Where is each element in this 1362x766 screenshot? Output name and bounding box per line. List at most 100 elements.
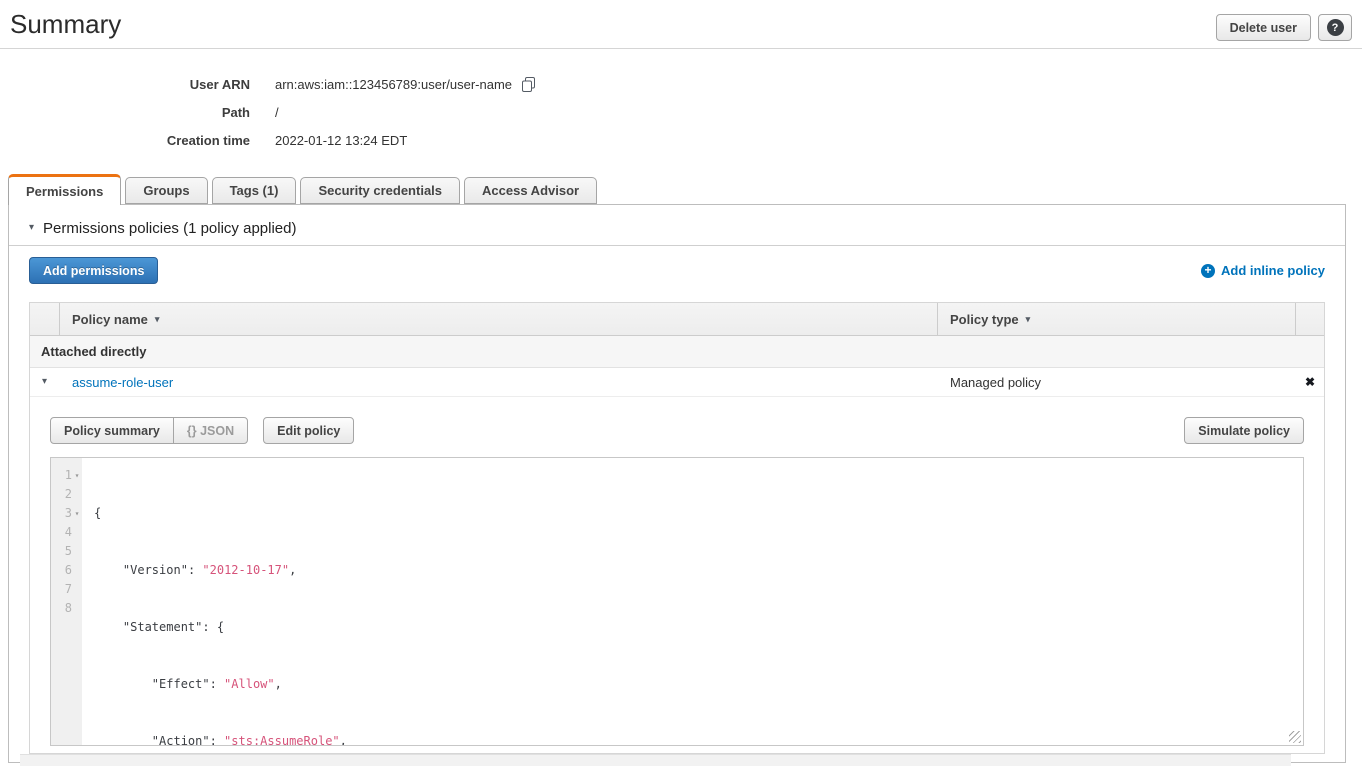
delete-user-button[interactable]: Delete user: [1216, 14, 1311, 41]
gutter-line: 4: [51, 523, 82, 542]
gutter-line: 2: [51, 485, 82, 504]
code-token: "2012-10-17": [202, 563, 289, 577]
code-token: [94, 734, 152, 746]
code-line: {: [94, 504, 1303, 523]
header-actions: Delete user ?: [1216, 9, 1352, 41]
user-arn-row: User ARN arn:aws:iam::123456789:user/use…: [0, 70, 1362, 98]
header-actions-cell: [1295, 303, 1324, 335]
permissions-toolbar: Add permissions + Add inline policy: [29, 257, 1325, 284]
copy-icon[interactable]: [521, 77, 536, 92]
fold-caret-icon[interactable]: ▾: [72, 504, 82, 523]
creation-time-row: Creation time 2022-01-12 13:24 EDT: [0, 126, 1362, 154]
line-number: 2: [65, 485, 72, 504]
user-arn-value-wrap: arn:aws:iam::123456789:user/user-name: [275, 77, 536, 92]
add-inline-policy-link[interactable]: + Add inline policy: [1201, 263, 1325, 278]
expand-caret-icon: ▾: [42, 377, 47, 387]
question-mark-icon: ?: [1327, 19, 1344, 36]
resize-handle[interactable]: [1289, 731, 1301, 743]
code-line: "Effect": "Allow",: [94, 675, 1303, 694]
editor-gutter: 1▾ 2 3▾ 4 5 6 7 8: [51, 458, 82, 745]
policy-detail-toolbar: Policy summary {} JSON Edit policy Simul…: [50, 417, 1304, 444]
creation-time-value: 2022-01-12 13:24 EDT: [275, 133, 407, 148]
table-header-row: Policy name ▾ Policy type ▾: [30, 303, 1324, 336]
policy-type-column-header[interactable]: Policy type ▾: [937, 303, 1295, 335]
code-line: "Version": "2012-10-17",: [94, 561, 1303, 580]
policy-name-column-header[interactable]: Policy name ▾: [60, 303, 937, 335]
code-token: :: [210, 677, 224, 691]
remove-policy-cell: ✖: [1295, 368, 1324, 396]
policy-name-header-label: Policy name: [72, 312, 148, 327]
remove-policy-icon[interactable]: ✖: [1305, 375, 1315, 389]
path-row: Path /: [0, 98, 1362, 126]
policy-type-cell: Managed policy: [937, 368, 1295, 396]
permissions-policies-heading: Permissions policies (1 policy applied): [43, 220, 296, 237]
header-spacer-cell: [30, 303, 60, 335]
user-info: User ARN arn:aws:iam::123456789:user/use…: [0, 70, 1362, 154]
gutter-line: 7: [51, 580, 82, 599]
code-token: [94, 620, 123, 634]
page-title: Summary: [10, 9, 121, 40]
policy-name-cell: assume-role-user: [60, 368, 937, 396]
policies-table: Policy name ▾ Policy type ▾ Attached dir…: [29, 302, 1325, 754]
code-token: "Version": [123, 563, 188, 577]
user-arn-value: arn:aws:iam::123456789:user/user-name: [275, 77, 512, 92]
gutter-line: 3▾: [51, 504, 82, 523]
plus-icon: +: [1201, 264, 1215, 278]
permissions-policies-toggle[interactable]: ▾ Permissions policies (1 policy applied…: [29, 219, 296, 237]
json-view-button[interactable]: {} JSON: [173, 417, 248, 444]
code-token: "Allow": [224, 677, 275, 691]
code-line: "Statement": {: [94, 618, 1303, 637]
user-arn-label: User ARN: [0, 77, 250, 92]
path-label: Path: [0, 105, 250, 120]
code-token: :: [188, 563, 202, 577]
editor-code-area: { "Version": "2012-10-17", "Statement": …: [82, 458, 1303, 745]
line-number: 8: [65, 599, 72, 618]
tab-security-credentials[interactable]: Security credentials: [300, 177, 460, 204]
edit-policy-button[interactable]: Edit policy: [263, 417, 354, 444]
sort-caret-icon: ▾: [155, 314, 160, 325]
expand-caret-cell[interactable]: ▾: [30, 368, 60, 396]
tab-groups[interactable]: Groups: [125, 177, 207, 204]
add-permissions-button[interactable]: Add permissions: [29, 257, 158, 284]
add-inline-policy-label: Add inline policy: [1221, 263, 1325, 278]
simulate-policy-button[interactable]: Simulate policy: [1184, 417, 1304, 444]
tab-tags[interactable]: Tags (1): [212, 177, 297, 204]
line-number: 6: [65, 561, 72, 580]
tab-bar: Permissions Groups Tags (1) Security cre…: [8, 174, 1362, 204]
collapse-caret-icon: ▾: [29, 223, 34, 233]
gutter-line: 8: [51, 599, 82, 618]
policy-view-buttons: Policy summary {} JSON Edit policy: [50, 417, 354, 444]
section-divider: [9, 245, 1345, 246]
code-token: "Action": [152, 734, 210, 746]
policy-summary-button[interactable]: Policy summary: [50, 417, 174, 444]
code-token: "Effect": [152, 677, 210, 691]
sort-caret-icon: ▾: [1026, 314, 1031, 325]
horizontal-scrollbar[interactable]: [20, 754, 1291, 766]
line-number: 3: [65, 504, 72, 523]
help-button[interactable]: ?: [1318, 14, 1352, 41]
code-token: ,: [289, 563, 296, 577]
creation-time-label: Creation time: [0, 133, 250, 148]
code-line: "Action": "sts:AssumeRole",: [94, 732, 1303, 746]
code-token: ,: [275, 677, 282, 691]
tab-permissions[interactable]: Permissions: [8, 174, 121, 205]
code-token: [94, 677, 152, 691]
line-number: 4: [65, 523, 72, 542]
tab-access-advisor[interactable]: Access Advisor: [464, 177, 597, 204]
code-token: {: [94, 506, 101, 520]
policy-detail-panel: Policy summary {} JSON Edit policy Simul…: [30, 397, 1324, 753]
gutter-line: 1▾: [51, 466, 82, 485]
attached-directly-group-row: Attached directly: [30, 336, 1324, 368]
policy-json-editor[interactable]: 1▾ 2 3▾ 4 5 6 7 8 { "Version": "2012-10-…: [50, 457, 1304, 746]
fold-caret-icon[interactable]: ▾: [72, 466, 82, 485]
policy-name-link[interactable]: assume-role-user: [72, 375, 173, 390]
line-number: 7: [65, 580, 72, 599]
code-token: "sts:AssumeRole": [224, 734, 340, 746]
path-value: /: [275, 105, 279, 120]
policy-row: ▾ assume-role-user Managed policy ✖: [30, 368, 1324, 397]
line-number: 1: [65, 466, 72, 485]
line-number: 5: [65, 542, 72, 561]
page-header: Summary Delete user ?: [0, 0, 1362, 49]
permissions-tab-panel: ▾ Permissions policies (1 policy applied…: [8, 204, 1346, 763]
policy-type-header-label: Policy type: [950, 312, 1019, 327]
